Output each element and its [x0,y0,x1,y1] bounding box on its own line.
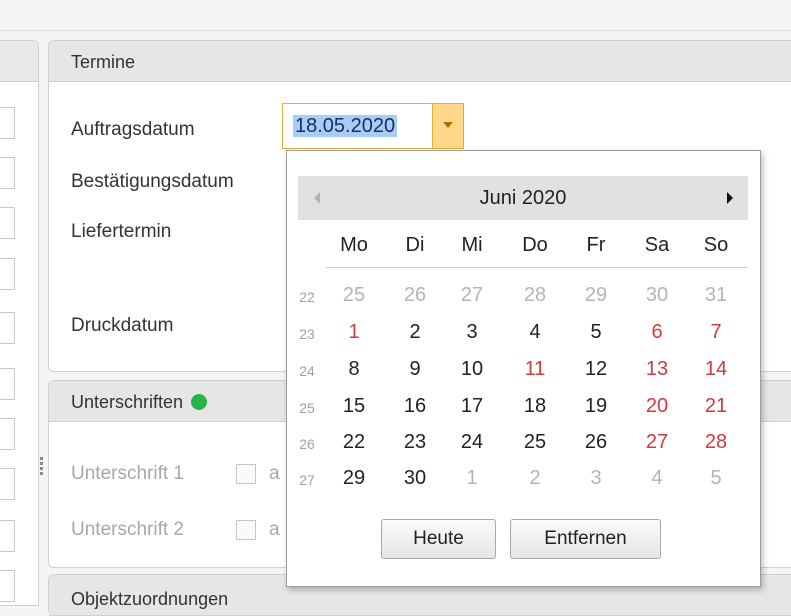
calendar-day[interactable]: 25 [334,284,374,307]
auftragsdatum-date-input[interactable]: 18.05.2020 [282,103,464,149]
unterschrift-2-checkbox-text: a [269,519,280,540]
calendar-day[interactable]: 27 [452,284,492,307]
calendar-day[interactable]: 29 [334,467,374,490]
calendar-day[interactable]: 28 [696,431,736,454]
weekday-header: Sa [644,234,670,256]
status-indicator [191,394,208,410]
left-field[interactable] [0,520,15,552]
calendar-day[interactable]: 8 [334,358,374,381]
calendar-day[interactable]: 1 [452,467,492,490]
calendar-day[interactable]: 2 [515,467,555,490]
unterschrift-1-checkbox[interactable] [236,464,256,484]
clear-button[interactable]: Entfernen [510,519,661,559]
left-field[interactable] [0,157,15,189]
section-title: Objektzuordnungen [71,589,229,609]
weekday-header: Di [405,234,425,256]
calendar-day[interactable]: 14 [696,358,736,381]
liefertermin-label: Liefertermin [71,221,172,242]
left-field[interactable] [0,418,15,450]
calendar-day[interactable]: 30 [637,284,677,307]
splitter-handle[interactable] [40,455,44,481]
weekday-header: Mi [461,234,483,256]
weekday-header: Fr [586,234,606,256]
left-field[interactable] [0,368,15,400]
calendar-day[interactable]: 22 [334,431,374,454]
left-field[interactable] [0,107,15,139]
bestaetigungsdatum-label: Bestätigungsdatum [71,171,234,192]
calendar-day[interactable]: 15 [334,395,374,418]
today-button[interactable]: Heute [381,519,496,559]
left-field[interactable] [0,207,15,239]
auftragsdatum-label: Auftragsdatum [71,119,195,140]
calendar-day[interactable]: 25 [515,431,555,454]
calendar-day[interactable]: 3 [452,321,492,344]
weekday-header: Do [522,234,548,256]
unterschriften-title: Unterschriften [71,392,184,412]
date-value[interactable]: 18.05.2020 [293,115,398,137]
calendar-day[interactable]: 18 [515,395,555,418]
calendar-day[interactable]: 30 [395,467,435,490]
week-number: 25 [299,400,315,416]
calendar-day[interactable]: 26 [576,431,616,454]
week-number: 22 [299,289,315,305]
calendar-day[interactable]: 10 [452,358,492,381]
left-field[interactable] [0,570,15,602]
calendar-day[interactable]: 31 [696,284,736,307]
calendar-popup: Juni 2020 Mo Di Mi Do Fr Sa So 22 25 26 27 2… [286,150,761,587]
chevron-down-icon [443,122,453,128]
calendar-day[interactable]: 16 [395,395,435,418]
unterschrift-1-label: Unterschrift 1 [71,463,184,484]
week-number: 24 [299,363,315,379]
calendar-day[interactable]: 19 [576,395,616,418]
calendar-header: Juni 2020 [298,176,748,220]
calendar-day[interactable]: 20 [637,395,677,418]
druckdatum-label: Druckdatum [71,315,174,336]
calendar-day[interactable]: 26 [395,284,435,307]
section-title: Termine [71,52,136,72]
section-title: Unterschriften [71,392,208,413]
calendar-day[interactable]: 3 [576,467,616,490]
week-number: 27 [299,472,315,488]
left-field[interactable] [0,312,15,344]
calendar-day[interactable]: 5 [696,467,736,490]
calendar-day[interactable]: 7 [696,321,736,344]
unterschrift-2-label: Unterschrift 2 [71,519,184,540]
calendar-day[interactable]: 29 [576,284,616,307]
calendar-day[interactable]: 4 [515,321,555,344]
calendar-day[interactable]: 1 [334,321,374,344]
next-month-icon[interactable] [727,192,733,204]
date-dropdown-button[interactable] [432,104,463,148]
weekday-header: So [703,234,729,256]
calendar-day[interactable]: 9 [395,358,435,381]
calendar-day[interactable]: 17 [452,395,492,418]
top-strip [0,0,791,31]
left-panel-header [0,41,38,82]
calendar-day[interactable]: 28 [515,284,555,307]
week-number: 26 [299,436,315,452]
termine-header: Termine [49,41,791,82]
calendar-day[interactable]: 23 [395,431,435,454]
calendar-day[interactable]: 21 [696,395,736,418]
week-number: 23 [299,326,315,342]
calendar-day[interactable]: 24 [452,431,492,454]
unterschrift-1-checkbox-text: a [269,463,280,484]
left-field[interactable] [0,468,15,500]
left-field[interactable] [0,258,15,290]
month-label[interactable]: Juni 2020 [298,187,748,210]
calendar-day[interactable]: 5 [576,321,616,344]
calendar-day[interactable]: 4 [637,467,677,490]
calendar-divider [326,267,747,268]
weekday-header: Mo [340,234,368,256]
calendar-day[interactable]: 6 [637,321,677,344]
calendar-day[interactable]: 27 [637,431,677,454]
calendar-day[interactable]: 12 [576,358,616,381]
unterschrift-2-checkbox[interactable] [236,520,256,540]
calendar-day[interactable]: 13 [637,358,677,381]
calendar-day[interactable]: 11 [515,358,555,381]
calendar-day[interactable]: 2 [395,321,435,344]
